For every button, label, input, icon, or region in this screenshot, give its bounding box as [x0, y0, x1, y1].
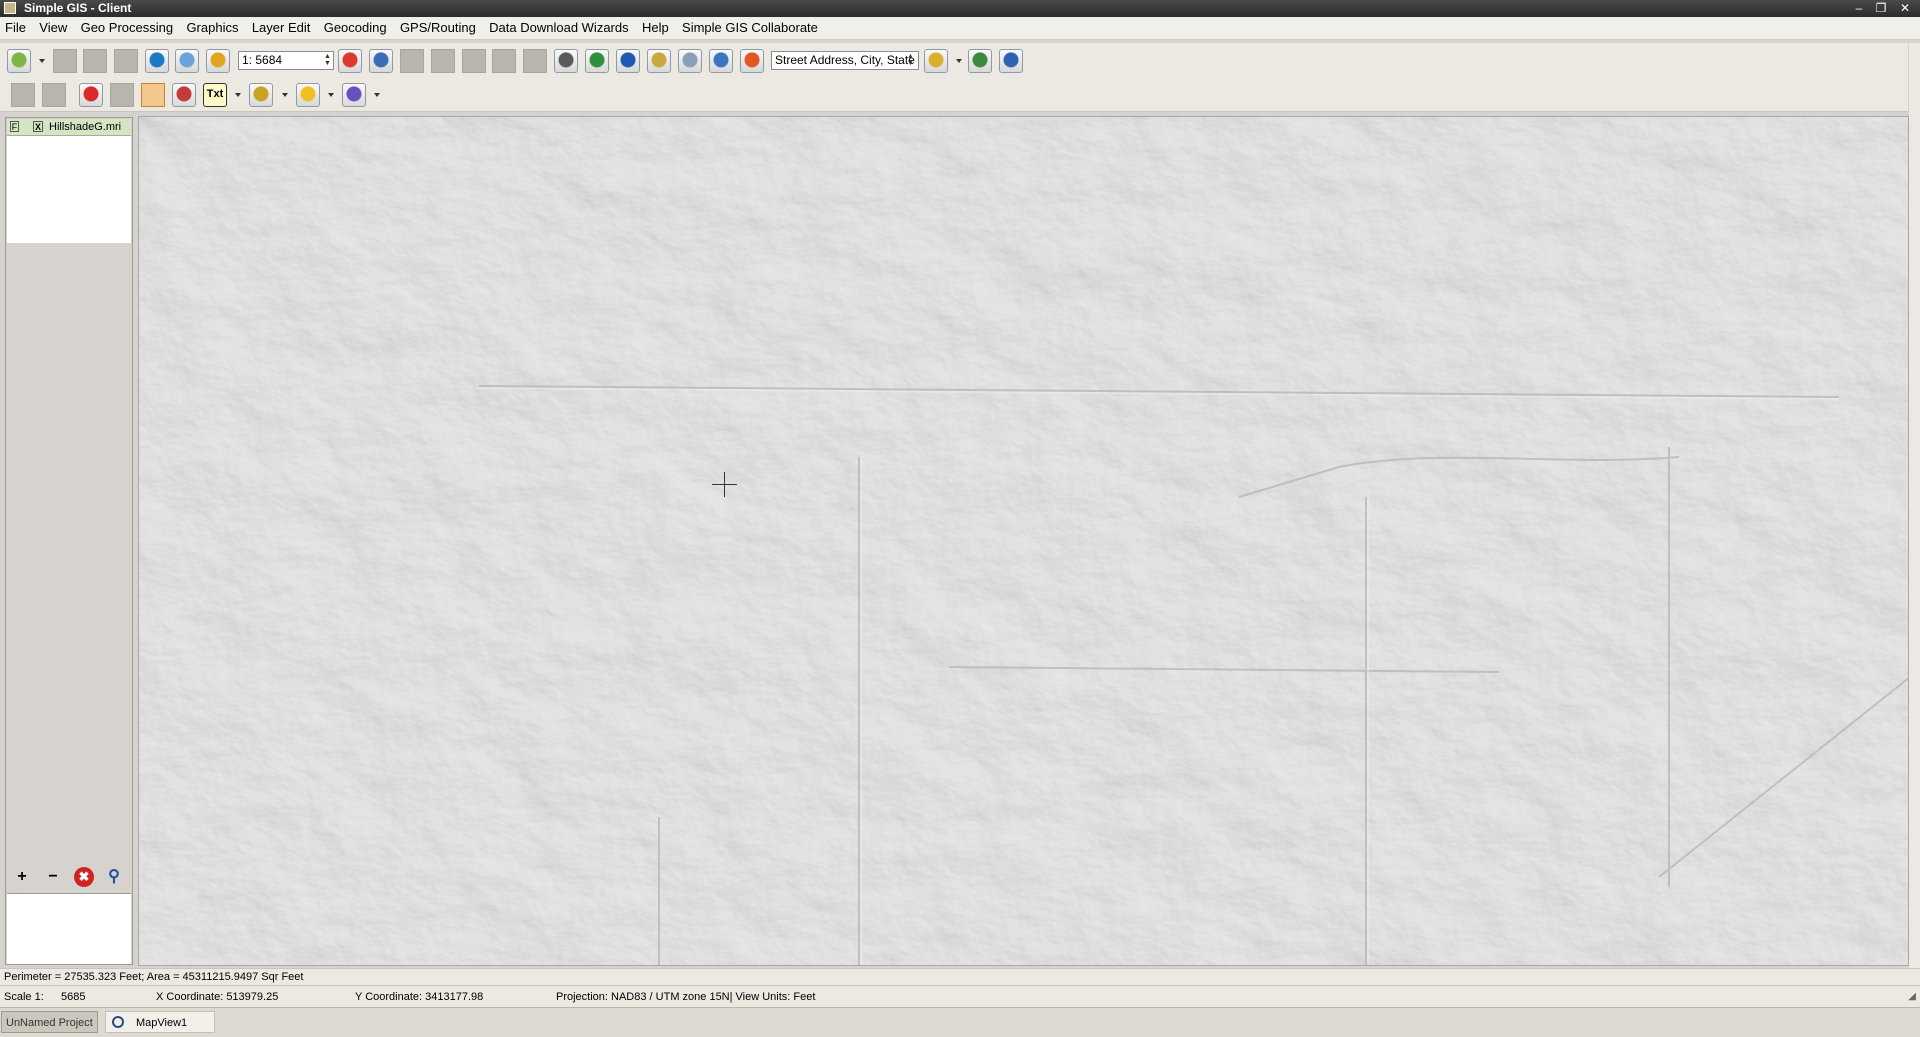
map-view[interactable] — [138, 116, 1909, 966]
menu-view[interactable]: View — [34, 17, 72, 39]
y-coordinate: Y Coordinate: 3413177.98 — [355, 991, 484, 1003]
move-graphic-icon[interactable] — [42, 83, 66, 107]
find-address-icon[interactable] — [924, 49, 948, 73]
projection-info: Projection: NAD83 / UTM zone 15N| View U… — [556, 991, 816, 1003]
collaborate-icon[interactable] — [968, 49, 992, 73]
tab-mapview[interactable]: MapView1 — [105, 1011, 215, 1033]
layer-row[interactable]: F X HillshadeG.mri — [7, 119, 131, 136]
window-title: Simple GIS - Client — [24, 1, 132, 15]
zoom-in-icon[interactable] — [338, 49, 362, 73]
layer-panel-buttons: + − ✖ ⚲ — [6, 863, 132, 891]
clock-icon[interactable] — [678, 49, 702, 73]
add-button[interactable]: + — [12, 867, 32, 887]
route-icon[interactable] — [647, 49, 671, 73]
app-icon — [4, 2, 16, 14]
menu-bar: File View Geo Processing Graphics Layer … — [0, 17, 1920, 40]
map-service-icon[interactable] — [616, 49, 640, 73]
scale-spinner[interactable]: ▲ ▼ — [323, 53, 332, 68]
tab-mapview-label: MapView1 — [136, 1017, 188, 1029]
delete-layer-icon[interactable]: ✖ — [74, 867, 94, 887]
fill-color-dropdown[interactable] — [328, 93, 334, 97]
spin-down-icon[interactable]: ▼ — [323, 60, 332, 67]
measure-status-bar: Perimeter = 27535.323 Feet; Area = 45311… — [0, 968, 1920, 985]
layer-panel: F X HillshadeG.mri + − ✖ ⚲ — [5, 117, 133, 965]
tab-project[interactable]: UnNamed Project — [1, 1011, 98, 1033]
delete-graphic-icon[interactable] — [110, 83, 134, 107]
address-search-value: Street Address, City, State — [775, 53, 915, 67]
menu-geo-processing[interactable]: Geo Processing — [76, 17, 179, 39]
restore-button[interactable]: ❐ — [1870, 0, 1892, 17]
magnifier-icon — [112, 1016, 124, 1028]
address-spinner[interactable]: ▲ ▼ — [906, 53, 915, 68]
menu-geocoding[interactable]: Geocoding — [319, 17, 392, 39]
scale-value: 5685 — [61, 991, 86, 1003]
alert-icon[interactable] — [79, 83, 103, 107]
zoom-window-icon[interactable] — [175, 49, 199, 73]
menu-simple-gis-collaborate[interactable]: Simple GIS Collaborate — [677, 17, 823, 39]
resize-grip-icon[interactable]: ◢ — [1908, 986, 1916, 1008]
minimize-button[interactable]: – — [1848, 0, 1870, 17]
menu-gps-routing[interactable]: GPS/Routing — [395, 17, 481, 39]
scale-label: Scale 1: — [4, 991, 44, 1003]
geocode-icon[interactable] — [740, 49, 764, 73]
layer-flag[interactable]: F — [10, 121, 19, 132]
measure-line-icon[interactable] — [172, 83, 196, 107]
layout-icon[interactable] — [53, 49, 77, 73]
coordinate-status-bar: Scale 1: 5685 X Coordinate: 513979.25 Y … — [0, 985, 1920, 1008]
next-extent-icon[interactable] — [431, 49, 455, 73]
fill-color-icon[interactable] — [296, 83, 320, 107]
layer-name[interactable]: HillshadeG.mri — [49, 119, 121, 135]
add-layer-dropdown[interactable] — [39, 59, 45, 63]
layer-visibility-checkbox[interactable]: X — [33, 121, 43, 132]
globe-icon[interactable] — [585, 49, 609, 73]
add-layer-button[interactable] — [7, 49, 31, 73]
graphics-toolbar: Txt — [0, 77, 1908, 112]
zoom-to-layer-icon[interactable]: ⚲ — [104, 867, 124, 887]
crosshair-cursor-vertical — [724, 472, 725, 497]
line-style-icon[interactable] — [249, 83, 273, 107]
close-button[interactable]: ✕ — [1894, 0, 1916, 17]
select-icon[interactable] — [462, 49, 486, 73]
title-bar: Simple GIS - Client – ❐ ✕ — [0, 0, 1920, 17]
clear-selection-icon[interactable] — [523, 49, 547, 73]
remove-button[interactable]: − — [43, 867, 63, 887]
previous-extent-icon[interactable] — [400, 49, 424, 73]
menu-help[interactable]: Help — [637, 17, 674, 39]
menu-file[interactable]: File — [0, 17, 31, 39]
draw-tool-icon[interactable] — [342, 83, 366, 107]
zoom-out-icon[interactable] — [369, 49, 393, 73]
menu-graphics[interactable]: Graphics — [181, 17, 243, 39]
scale-input[interactable]: 1: 5684 ▲ ▼ — [238, 51, 334, 70]
table-icon[interactable] — [83, 49, 107, 73]
address-spin-down-icon[interactable]: ▼ — [906, 60, 915, 67]
grid-icon[interactable] — [114, 49, 138, 73]
line-style-dropdown[interactable] — [282, 93, 288, 97]
text-tool-dropdown[interactable] — [235, 93, 241, 97]
identify-icon[interactable] — [492, 49, 516, 73]
layer-list[interactable]: F X HillshadeG.mri — [7, 119, 131, 243]
full-extent-icon[interactable] — [145, 49, 169, 73]
scale-input-value: 1: 5684 — [242, 53, 283, 67]
legend-list[interactable] — [7, 893, 131, 964]
address-spin-up-icon[interactable]: ▲ — [906, 53, 915, 60]
help-icon[interactable] — [999, 49, 1023, 73]
spin-up-icon[interactable]: ▲ — [323, 53, 332, 60]
zoom-scale-icon[interactable] — [206, 49, 230, 73]
edit-vertex-icon[interactable] — [11, 83, 35, 107]
view-tab-bar: UnNamed Project MapView1 — [0, 1007, 1920, 1037]
right-scroll-strip — [1909, 43, 1920, 969]
settings-icon[interactable] — [554, 49, 578, 73]
text-tool-button[interactable]: Txt — [203, 83, 227, 107]
main-toolbar: 1: 5684 ▲ ▼ Street Address, City, State ▲… — [0, 43, 1908, 78]
x-coordinate: X Coordinate: 513979.25 — [156, 991, 279, 1003]
hillshade-raster — [139, 117, 1908, 965]
address-search-input[interactable]: Street Address, City, State — [771, 51, 919, 70]
menu-layer-edit[interactable]: Layer Edit — [247, 17, 316, 39]
find-address-dropdown[interactable] — [956, 59, 962, 63]
measure-area-icon[interactable] — [141, 83, 165, 107]
draw-tool-dropdown[interactable] — [374, 93, 380, 97]
gps-icon[interactable] — [709, 49, 733, 73]
menu-data-download-wizards[interactable]: Data Download Wizards — [484, 17, 633, 39]
measure-readout: Perimeter = 27535.323 Feet; Area = 45311… — [4, 971, 304, 983]
